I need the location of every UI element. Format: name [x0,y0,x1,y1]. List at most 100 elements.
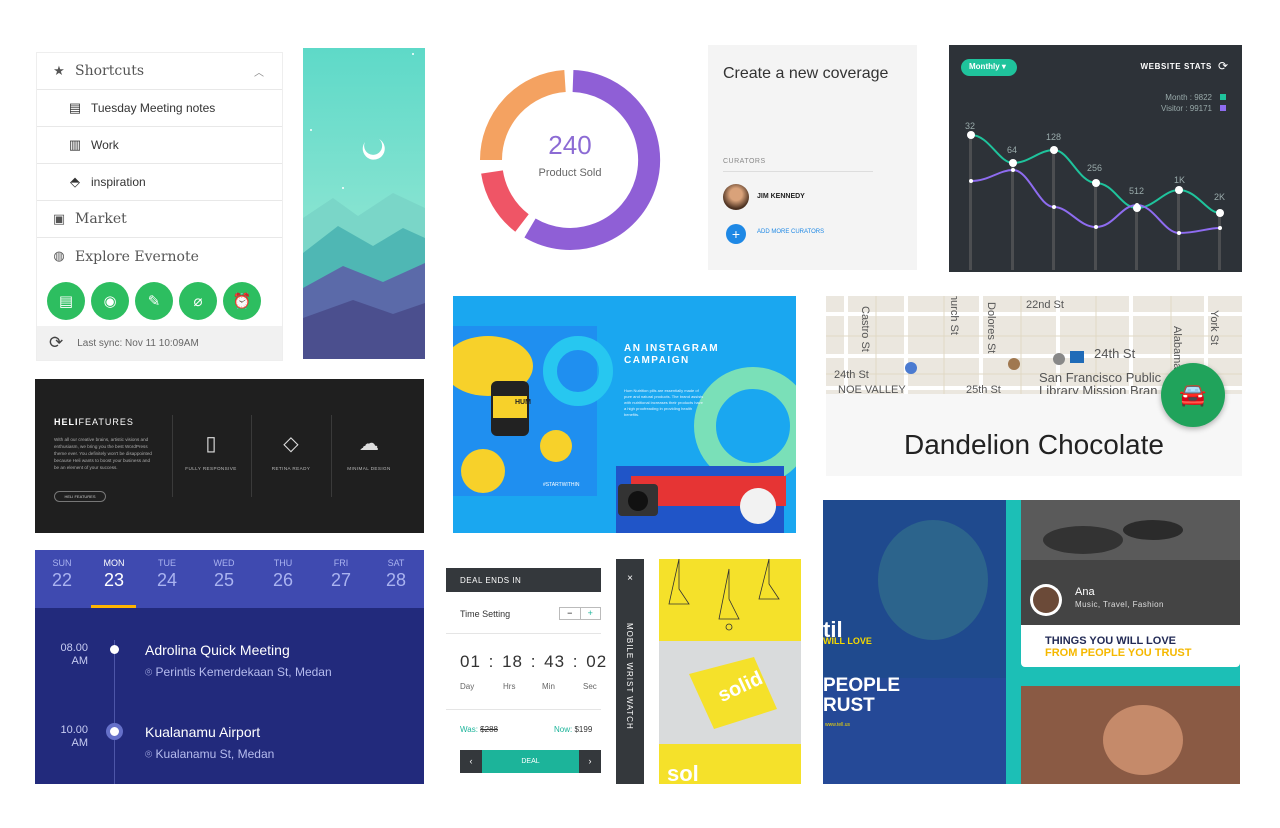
tagline-fragment: WILL LOVE [823,636,872,646]
day-name: THU [273,558,293,568]
add-curators-link[interactable]: ADD MORE CURATORS [757,229,824,235]
divider [723,171,873,172]
explore-item[interactable]: ◍ Explore Evernote [37,238,282,275]
chart-label: 2K [1214,192,1225,202]
shortcut-item-work[interactable]: ▥ Work [37,127,282,164]
chart-label: 64 [1007,145,1017,155]
minus-button[interactable]: − [560,608,580,619]
shortcut-item-label: Tuesday Meeting notes [91,101,216,115]
place-name: Dandelion Chocolate [904,429,1164,460]
event-location: ⌾ Perintis Kemerdekaan St, Medan [145,665,332,680]
divider [446,709,601,710]
sync-status: Last sync: Nov 11 10:09AM [77,337,199,349]
shortcut-item-label: inspiration [91,175,146,189]
curators-label: CURATORS [723,158,766,165]
divider [446,633,601,634]
divider [331,415,332,497]
day-date: 27 [330,570,352,590]
street-label: Dolores St [985,302,997,353]
website-stats-card: Monthly ▾ WEBSITE STATS ⟳ Month : 9822 V… [949,45,1242,272]
heli-features-button[interactable]: HELI FEATURES [54,491,106,502]
tagline-card: THINGS YOU WILL LOVE FROM PEOPLE YOU TRU… [1021,625,1240,667]
chevron-up-icon[interactable]: ︿ [254,64,264,79]
day-name: WED [213,558,235,568]
street-label: 24th St [834,369,869,381]
deal-nav: ‹ DEAL › [460,750,601,773]
tagline-fragment: PEOPLE [823,675,901,696]
day-sat[interactable]: SAT 28 [372,558,420,591]
solid-brand-tiles: solid sol [659,559,801,784]
avatar [723,184,749,210]
day-wed[interactable]: WED 25 [200,558,248,591]
add-icon[interactable]: + [726,224,746,244]
mountain-art [303,48,425,359]
street-label: Castro St [859,306,871,352]
product-title: MOBILE WRIST WATCH [625,623,634,730]
star-icon: ★ [53,63,65,79]
quick-actions: ▤ ◉ ✎ ⌀ ⏰ [37,275,282,327]
event-time-value: 10.00 [60,724,88,736]
was-value: $288 [480,725,498,734]
next-button[interactable]: › [579,750,601,773]
event-title[interactable]: Kualanamu Airport [145,724,260,740]
deal-widget: DEAL ENDS IN Time Setting − + 01 : 18 : 4… [446,559,644,784]
selected-day-indicator [91,605,136,608]
transit-icon [1053,353,1065,365]
day-date: 28 [385,570,407,590]
week-header: SUN 22 MON 23 TUE 24 WED 25 THU 26 FRI 27 SAT 2… [35,550,424,608]
profile-name: Ana [1075,586,1095,598]
brand-url: www.tell.us [825,722,851,728]
time-stepper[interactable]: − + [559,607,601,620]
camera-button[interactable]: ◉ [91,282,129,320]
mountain-illustration [303,48,425,359]
chart-label: 256 [1087,163,1102,173]
prev-button[interactable]: ‹ [460,750,482,773]
event-title[interactable]: Adrolina Quick Meeting [145,642,290,658]
deal-button[interactable]: DEAL [482,758,579,765]
new-note-button[interactable]: ▤ [47,282,85,320]
feature-label: MINIMAL DESIGN [347,466,391,471]
product-sold-donut: 240 Product Sold [470,70,670,250]
plus-button[interactable]: + [579,608,601,619]
event-time: 10.00 AM [49,724,88,750]
street-label: Church St [948,296,960,335]
camera-icon: ◉ [103,292,117,310]
feature-label: RETINA READY [271,466,311,471]
shortcut-item-inspiration[interactable]: ⬘ inspiration [37,164,282,201]
profile-tags: Music, Travel, Fashion [1075,600,1164,609]
globe-icon: ◍ [53,249,65,264]
now-value: $199 [574,725,593,734]
note-icon: ▤ [58,292,74,310]
reminder-button[interactable]: ⏰ [223,282,261,320]
divider [172,415,173,497]
day-mon[interactable]: MON 23 [90,558,138,591]
event-ampm: AM [71,737,89,749]
cloud-icon: ☁ [359,433,379,455]
day-fri[interactable]: FRI 27 [317,558,365,591]
handwriting-button[interactable]: ✎ [135,282,173,320]
alarm-icon: ⏰ [232,292,252,310]
event-location-label: Perintis Kemerdekaan St, Medan [155,665,332,679]
diamond-icon: ◇ [283,433,299,455]
paperclip-icon: ⌀ [193,292,203,310]
tag-icon: ⬘ [70,174,80,189]
shortcuts-header[interactable]: ★ Shortcuts ︿ [37,53,282,90]
attachment-button[interactable]: ⌀ [179,282,217,320]
day-tue[interactable]: TUE 24 [143,558,191,591]
pencil-icon: ✎ [147,292,161,310]
heli-title: HELIFEATURES [54,417,134,427]
unit-label: Min [542,682,555,691]
directions-car-button[interactable]: 🚘 [1161,363,1225,427]
close-icon[interactable]: × [616,573,644,584]
event-location: ⌾ Kualanamu St, Medan [145,747,274,762]
day-thu[interactable]: THU 26 [259,558,307,591]
timeline-dot [110,645,119,654]
day-sun[interactable]: SUN 22 [38,558,86,591]
phone-icon: ▯ [205,433,217,455]
day-date: 25 [213,570,235,590]
day-date: 26 [272,570,294,590]
shortcut-item-tuesday[interactable]: ▤ Tuesday Meeting notes [37,90,282,127]
market-item[interactable]: ▣ Market [37,201,282,238]
sync-icon[interactable]: ⟳ [49,333,63,353]
street-label: Alabama [1171,326,1183,370]
